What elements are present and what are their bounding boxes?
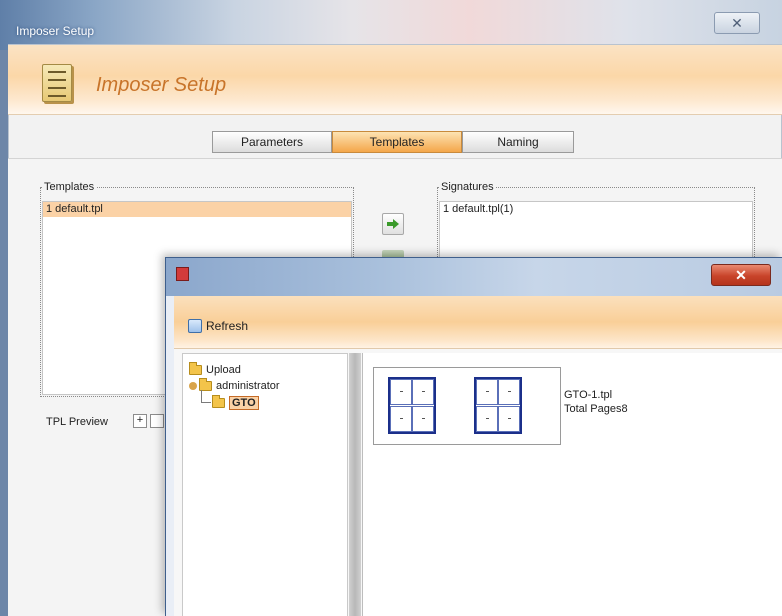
panel-splitter[interactable] bbox=[349, 353, 361, 616]
tree-connector bbox=[201, 402, 211, 403]
tree-node-gto[interactable]: GTO bbox=[212, 394, 259, 410]
signatures-group-label: Signatures bbox=[439, 181, 496, 193]
tab-parameters[interactable]: Parameters bbox=[212, 131, 332, 153]
tab-templates[interactable]: Templates bbox=[332, 131, 462, 153]
zoom-out-button[interactable] bbox=[150, 414, 164, 428]
template-file-name: GTO-1.tpl bbox=[564, 389, 613, 401]
template-total-pages: Total Pages8 bbox=[564, 403, 628, 415]
tab-naming[interactable]: Naming bbox=[462, 131, 574, 153]
list-item[interactable]: 1 default.tpl bbox=[43, 202, 351, 217]
folder-icon bbox=[189, 361, 202, 375]
zoom-in-button[interactable]: + bbox=[133, 414, 147, 428]
refresh-label: Refresh bbox=[206, 319, 249, 333]
dialog-close-button[interactable]: ✕ bbox=[711, 264, 771, 286]
page-title: Imposer Setup bbox=[96, 74, 227, 96]
tree-node-label: GTO bbox=[229, 395, 259, 410]
tpl-preview-label: TPL Preview bbox=[46, 416, 108, 428]
add-to-signatures-button[interactable] bbox=[382, 213, 404, 235]
template-thumbnail[interactable] bbox=[373, 367, 561, 445]
tree-node-upload[interactable]: Upload bbox=[189, 361, 241, 377]
tab-bar: Parameters Templates Naming bbox=[212, 131, 574, 153]
dialog-toolbar: Refresh bbox=[174, 296, 782, 349]
folder-icon bbox=[212, 394, 225, 408]
refresh-icon bbox=[188, 319, 202, 333]
expand-icon bbox=[189, 381, 197, 390]
dialog-titlebar: ✕ bbox=[166, 258, 782, 296]
list-item[interactable]: 1 default.tpl(1) bbox=[440, 202, 752, 217]
app-icon bbox=[176, 267, 189, 281]
outer-titlebar: Imposer Setup ✕ bbox=[0, 0, 782, 50]
refresh-button[interactable]: Refresh bbox=[188, 318, 248, 334]
outer-window-title: Imposer Setup bbox=[16, 24, 95, 38]
arrow-right-icon bbox=[387, 219, 399, 229]
folder-icon bbox=[199, 377, 212, 391]
document-stack-icon bbox=[42, 64, 72, 102]
templates-group-label: Templates bbox=[42, 181, 97, 193]
tree-node-label: Upload bbox=[206, 363, 241, 376]
sheet-preview-front bbox=[388, 377, 436, 434]
sheet-preview-back bbox=[474, 377, 522, 434]
template-browser-dialog: ✕ Refresh Upload administrator GTO GTO-1… bbox=[165, 257, 782, 616]
dialog-body: Refresh Upload administrator GTO GTO-1.t… bbox=[174, 296, 782, 616]
outer-close-button[interactable]: ✕ bbox=[714, 12, 760, 34]
folder-tree[interactable]: Upload administrator GTO bbox=[182, 353, 348, 616]
tree-node-label: administrator bbox=[216, 379, 280, 392]
tree-node-administrator[interactable]: administrator bbox=[189, 377, 280, 393]
template-files-panel: GTO-1.tpl Total Pages8 bbox=[362, 353, 782, 616]
